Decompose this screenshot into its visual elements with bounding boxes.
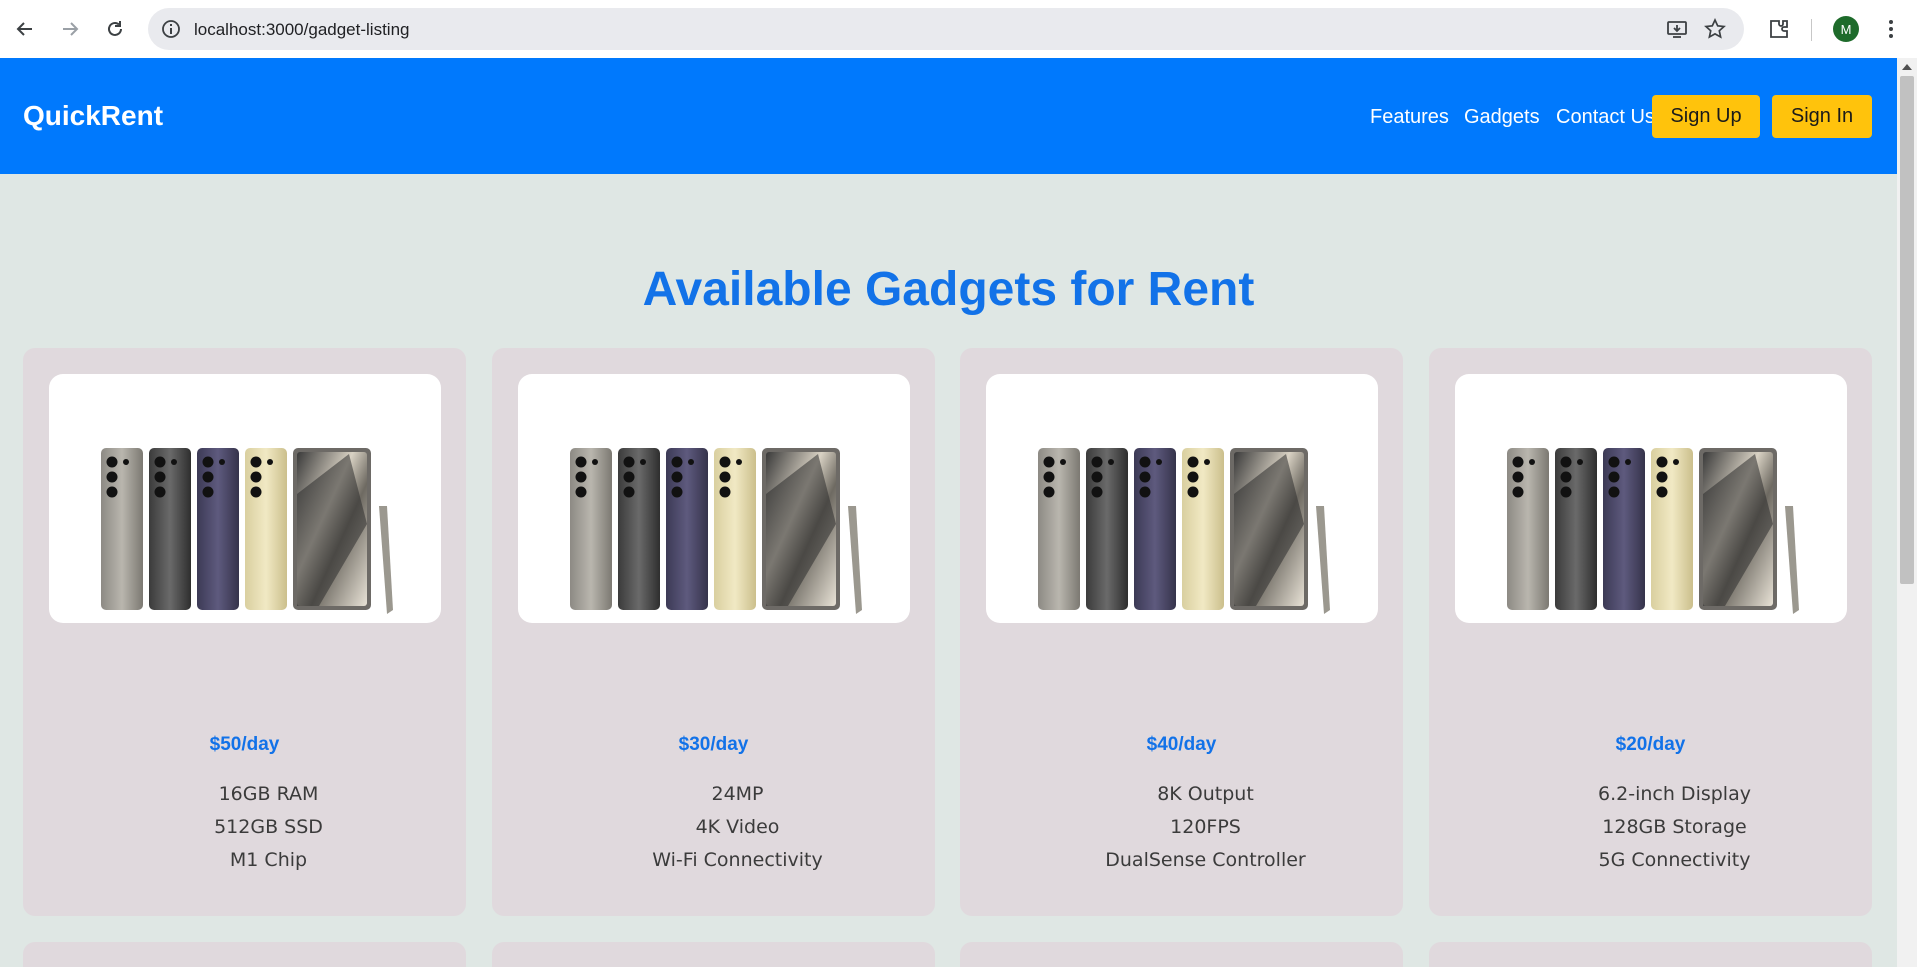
gadget-card-partial[interactable] <box>1429 942 1872 967</box>
gadget-price: $40/day <box>1146 734 1217 755</box>
gadget-features: 6.2-inch Display 128GB Storage 5G Connec… <box>1453 778 1896 877</box>
gadget-features: 16GB RAM 512GB SSD M1 Chip <box>47 778 490 877</box>
site-info-icon[interactable] <box>160 18 182 40</box>
url-text[interactable]: localhost:3000/gadget-listing <box>194 20 409 40</box>
bookmark-star-icon[interactable] <box>1704 17 1726 40</box>
feature-item: 128GB Storage <box>1602 816 1747 838</box>
gadget-card[interactable]: $50/day 16GB RAM 512GB SSD M1 Chip <box>23 348 466 916</box>
gadget-card-partial[interactable] <box>23 942 466 967</box>
feature-item: M1 Chip <box>229 849 308 871</box>
install-app-icon[interactable] <box>1666 18 1688 40</box>
nav-link-gadgets[interactable]: Gadgets <box>1464 106 1540 129</box>
profile-avatar[interactable]: M <box>1833 16 1859 42</box>
gadget-price: $30/day <box>678 734 749 755</box>
scroll-up-arrow-icon[interactable] <box>1902 64 1912 70</box>
page-title: Available Gadgets for Rent <box>642 263 1255 316</box>
gadget-image[interactable] <box>1455 374 1847 623</box>
browser-toolbar: localhost:3000/gadget-listing M <box>0 0 1917 58</box>
feature-item: DualSense Controller <box>1105 849 1306 871</box>
feature-item: 24MP <box>711 783 764 805</box>
gadget-image[interactable] <box>986 374 1378 623</box>
feature-item: 6.2-inch Display <box>1598 783 1751 805</box>
gadget-card[interactable]: $30/day 24MP 4K Video Wi-Fi Connectivity <box>492 348 935 916</box>
reload-icon[interactable] <box>99 13 131 45</box>
site-header: QuickRent Features Gadgets Contact Us Si… <box>0 58 1897 174</box>
gadget-image[interactable] <box>49 374 441 623</box>
phones-image <box>49 374 441 623</box>
forward-icon[interactable] <box>54 13 86 45</box>
scrollbar-thumb[interactable] <box>1900 76 1914 584</box>
gadget-card[interactable]: $20/day 6.2-inch Display 128GB Storage 5… <box>1429 348 1872 916</box>
extensions-icon[interactable] <box>1767 17 1791 41</box>
gadget-features: 8K Output 120FPS DualSense Controller <box>984 778 1427 877</box>
nav-link-contact[interactable]: Contact Us <box>1556 106 1655 129</box>
feature-item: Wi-Fi Connectivity <box>652 849 823 871</box>
gadget-price: $20/day <box>1615 734 1686 755</box>
sign-in-button[interactable]: Sign In <box>1772 95 1872 138</box>
address-bar[interactable]: localhost:3000/gadget-listing <box>148 8 1744 50</box>
feature-item: 16GB RAM <box>218 783 319 805</box>
feature-item: 4K Video <box>695 816 780 838</box>
feature-item: 5G Connectivity <box>1598 849 1751 871</box>
feature-item: 8K Output <box>1157 783 1254 805</box>
sign-up-button[interactable]: Sign Up <box>1652 95 1760 138</box>
nav-link-features[interactable]: Features <box>1370 106 1449 129</box>
gadget-card[interactable]: $40/day 8K Output 120FPS DualSense Contr… <box>960 348 1403 916</box>
toolbar-divider <box>1811 19 1812 41</box>
gadget-card-partial[interactable] <box>960 942 1403 967</box>
menu-dots-icon[interactable] <box>1879 17 1903 41</box>
back-icon[interactable] <box>9 13 41 45</box>
gadget-card-partial[interactable] <box>492 942 935 967</box>
phones-image <box>518 374 910 623</box>
gadget-price: $50/day <box>209 734 280 755</box>
gadget-features: 24MP 4K Video Wi-Fi Connectivity <box>516 778 959 877</box>
phones-image <box>986 374 1378 623</box>
logo[interactable]: QuickRent <box>23 100 163 132</box>
feature-item: 512GB SSD <box>214 816 323 838</box>
gadget-image[interactable] <box>518 374 910 623</box>
phones-image <box>1455 374 1847 623</box>
feature-item: 120FPS <box>1170 816 1241 838</box>
